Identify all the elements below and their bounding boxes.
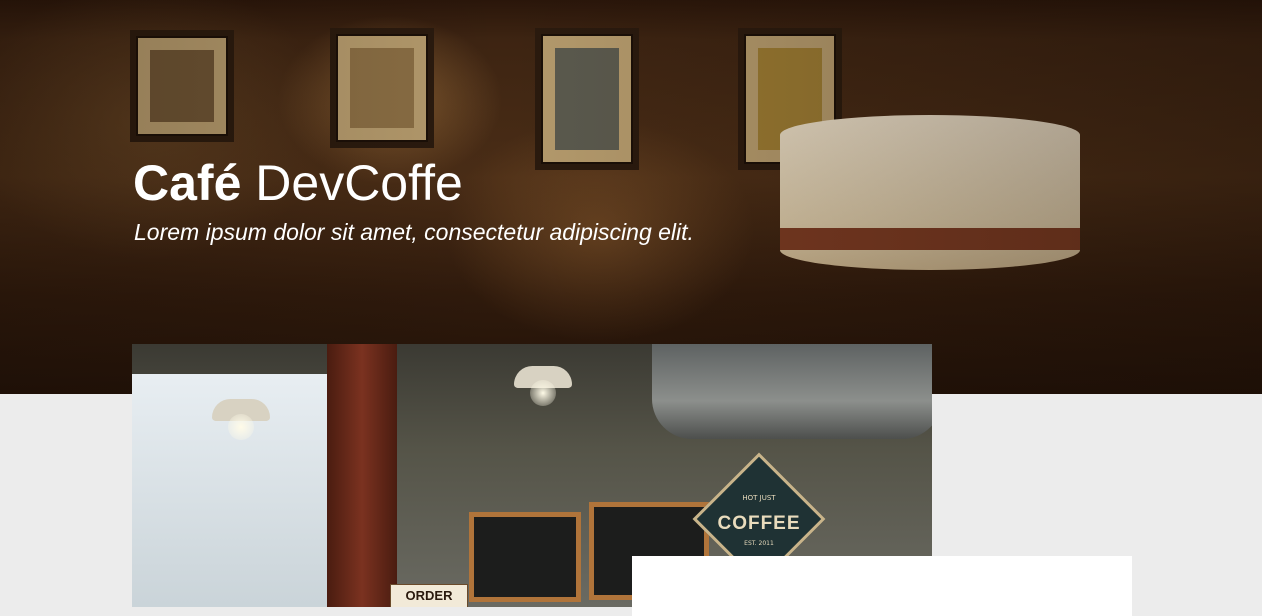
coffee-sign-text: COFFEE xyxy=(717,513,801,534)
order-here-sign: ORDER HERE xyxy=(390,584,468,607)
hero-title-light: DevCoffe xyxy=(255,155,463,211)
content-card xyxy=(632,556,1132,616)
hero-title-bold: Café xyxy=(133,155,242,211)
coffee-sign-est: EST. 2011 xyxy=(744,540,774,547)
hero-section: Café DevCoffe Lorem ipsum dolor sit amet… xyxy=(0,0,1262,394)
coffee-sign-top: HOT JUST xyxy=(742,494,776,502)
pendant-light-glow xyxy=(530,380,556,406)
menu-chalkboard xyxy=(469,512,581,602)
ceiling-duct xyxy=(652,344,932,439)
hero-title: Café DevCoffe xyxy=(133,152,463,214)
pendant-light-glow xyxy=(228,414,254,440)
brick-column xyxy=(327,344,397,607)
hero-subtitle: Lorem ipsum dolor sit amet, consectetur … xyxy=(134,219,694,245)
